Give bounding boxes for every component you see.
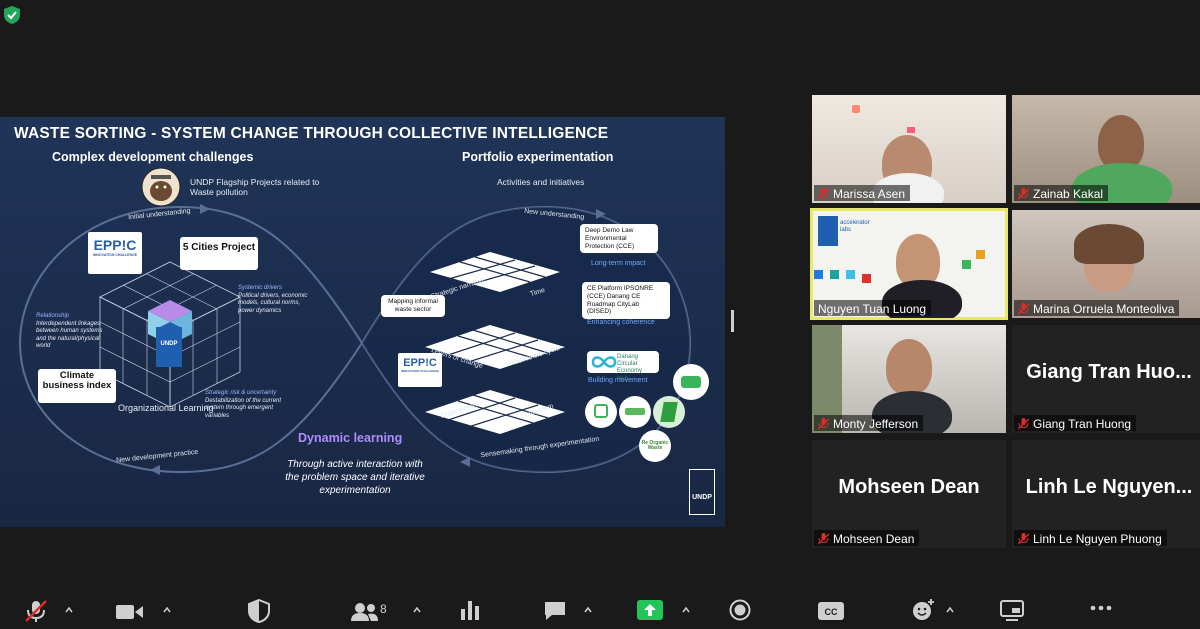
- card-ce-platform: CE Platform IPSONRE (CCE) Danang CE Road…: [582, 282, 670, 320]
- left-subtitle: Complex development challenges: [52, 150, 254, 164]
- chat-caret-icon[interactable]: [583, 605, 593, 615]
- five-cities-box: 5 Cities Project: [180, 237, 258, 270]
- dynamic-learning: Dynamic learning: [298, 431, 403, 445]
- mic-muted-icon: [1018, 187, 1029, 199]
- video-tile-linh[interactable]: Linh Le Nguyen... Linh Le Nguyen Phuong: [1012, 440, 1200, 548]
- chat-icon[interactable]: [543, 600, 567, 622]
- video-tile-marissa[interactable]: Marissa Asen: [812, 95, 1006, 203]
- security-shield-icon[interactable]: [4, 6, 20, 24]
- participant-name: Giang Tran Huong: [1014, 415, 1137, 431]
- tag-coherence: Enhancing coherence: [587, 319, 655, 326]
- activities-caption: Activities and initiatives: [497, 177, 585, 187]
- participant-name: Mohseen Dean: [814, 530, 920, 546]
- mic-options-caret-icon[interactable]: [64, 605, 74, 615]
- partner-logo-1: [673, 364, 709, 400]
- participant-display-name: Giang Tran Huo...: [1026, 361, 1192, 383]
- video-tile-nguyen[interactable]: accelerator labs Nguyen Tuan Luong: [810, 208, 1008, 320]
- video-camera-icon[interactable]: [116, 603, 144, 621]
- video-tile-marina[interactable]: Marina Orruela Monteoliva: [1012, 210, 1200, 318]
- meeting-toolbar: 8 CC: [0, 589, 1200, 629]
- right-subtitle: Portfolio experimentation: [462, 150, 614, 164]
- undp-logo: [818, 216, 838, 246]
- closed-caption-icon[interactable]: CC: [818, 602, 844, 620]
- partner-logo-3: [619, 396, 651, 428]
- video-tile-giang[interactable]: Giang Tran Huo... Giang Tran Huong: [1012, 325, 1200, 433]
- video-tile-zainab[interactable]: Zainab Kakal: [1012, 95, 1200, 203]
- seal-icon: [141, 167, 181, 207]
- share-screen-icon[interactable]: [637, 600, 663, 620]
- reactions-icon[interactable]: [911, 598, 935, 622]
- relationship-note: Relationship Interdependent linkages bet…: [36, 313, 103, 349]
- participant-display-name: Mohseen Dean: [838, 476, 980, 498]
- infinity-logo-icon: [591, 356, 617, 368]
- mic-muted-icon: [818, 417, 829, 429]
- participant-name: Monty Jefferson: [814, 415, 924, 431]
- through-caption: Through active interaction with the prob…: [285, 459, 425, 496]
- mic-muted-icon: [818, 187, 829, 199]
- eppic-logo-right: EPP!C INNOVATION CHALLENGE: [398, 353, 442, 387]
- participant-name: Marissa Asen: [814, 185, 911, 201]
- participants-icon[interactable]: [351, 602, 379, 622]
- climate-index-box: Climate business index: [38, 369, 116, 403]
- shared-screen: WASTE SORTING - SYSTEM CHANGE THROUGH CO…: [0, 117, 725, 527]
- svg-text:CC: CC: [825, 607, 838, 617]
- security-icon[interactable]: [248, 599, 270, 623]
- video-options-caret-icon[interactable]: [162, 605, 172, 615]
- participant-name: Linh Le Nguyen Phuong: [1014, 530, 1167, 546]
- microphone-muted-icon[interactable]: [24, 599, 48, 623]
- more-options-icon[interactable]: [1090, 605, 1112, 611]
- participant-name: Marina Orruela Monteoliva: [1014, 300, 1180, 316]
- video-tile-monty[interactable]: Monty Jefferson: [812, 325, 1006, 433]
- reorganic-logo: Re Organic Waste: [639, 430, 671, 462]
- mic-muted-icon: [818, 532, 829, 544]
- participants-caret-icon[interactable]: [412, 605, 422, 615]
- organizational-learning: Organizational Learning: [118, 403, 214, 413]
- systemic-drivers: Systemic drivers Political drivers, econ…: [238, 285, 308, 314]
- partner-logo-4: [653, 396, 685, 428]
- partner-logo-2: [585, 396, 617, 428]
- eppic-logo-left: EPP!C INNOVATION CHALLENGE: [88, 232, 142, 274]
- tag-long-term: Long-term impact: [591, 260, 646, 267]
- reactions-caret-icon[interactable]: [945, 605, 955, 615]
- accelerator-label: accelerator labs: [840, 220, 870, 233]
- video-tile-mohseen[interactable]: Mohseen Dean Mohseen Dean: [812, 440, 1006, 548]
- share-caret-icon[interactable]: [681, 605, 691, 615]
- mic-muted-icon: [1018, 417, 1029, 429]
- undp-logo: UNDP: [689, 469, 715, 515]
- participants-count: 8: [380, 602, 387, 616]
- polls-icon[interactable]: [459, 599, 481, 621]
- apps-window-icon[interactable]: [1000, 600, 1024, 622]
- participant-display-name: Linh Le Nguyen...: [1025, 476, 1193, 498]
- cube-undp-logo: UNDP: [156, 327, 182, 367]
- participant-name: Nguyen Tuan Luong: [814, 300, 932, 316]
- record-icon[interactable]: [729, 599, 751, 621]
- tag-movement: Building movement: [588, 377, 648, 384]
- strategic-risk-note: Strategic risk & uncertainty Destabiliza…: [205, 390, 282, 419]
- splitter-handle[interactable]: [731, 310, 734, 332]
- participant-name: Zainab Kakal: [1014, 185, 1109, 201]
- card-deep-demo: Deep Demo Law Environmental Protection (…: [580, 224, 658, 254]
- mic-muted-icon: [1018, 532, 1029, 544]
- mic-muted-icon: [1018, 302, 1029, 314]
- flagship-caption: UNDP Flagship Projects related to Waste …: [190, 177, 320, 198]
- slide-title: WASTE SORTING - SYSTEM CHANGE THROUGH CO…: [14, 125, 609, 142]
